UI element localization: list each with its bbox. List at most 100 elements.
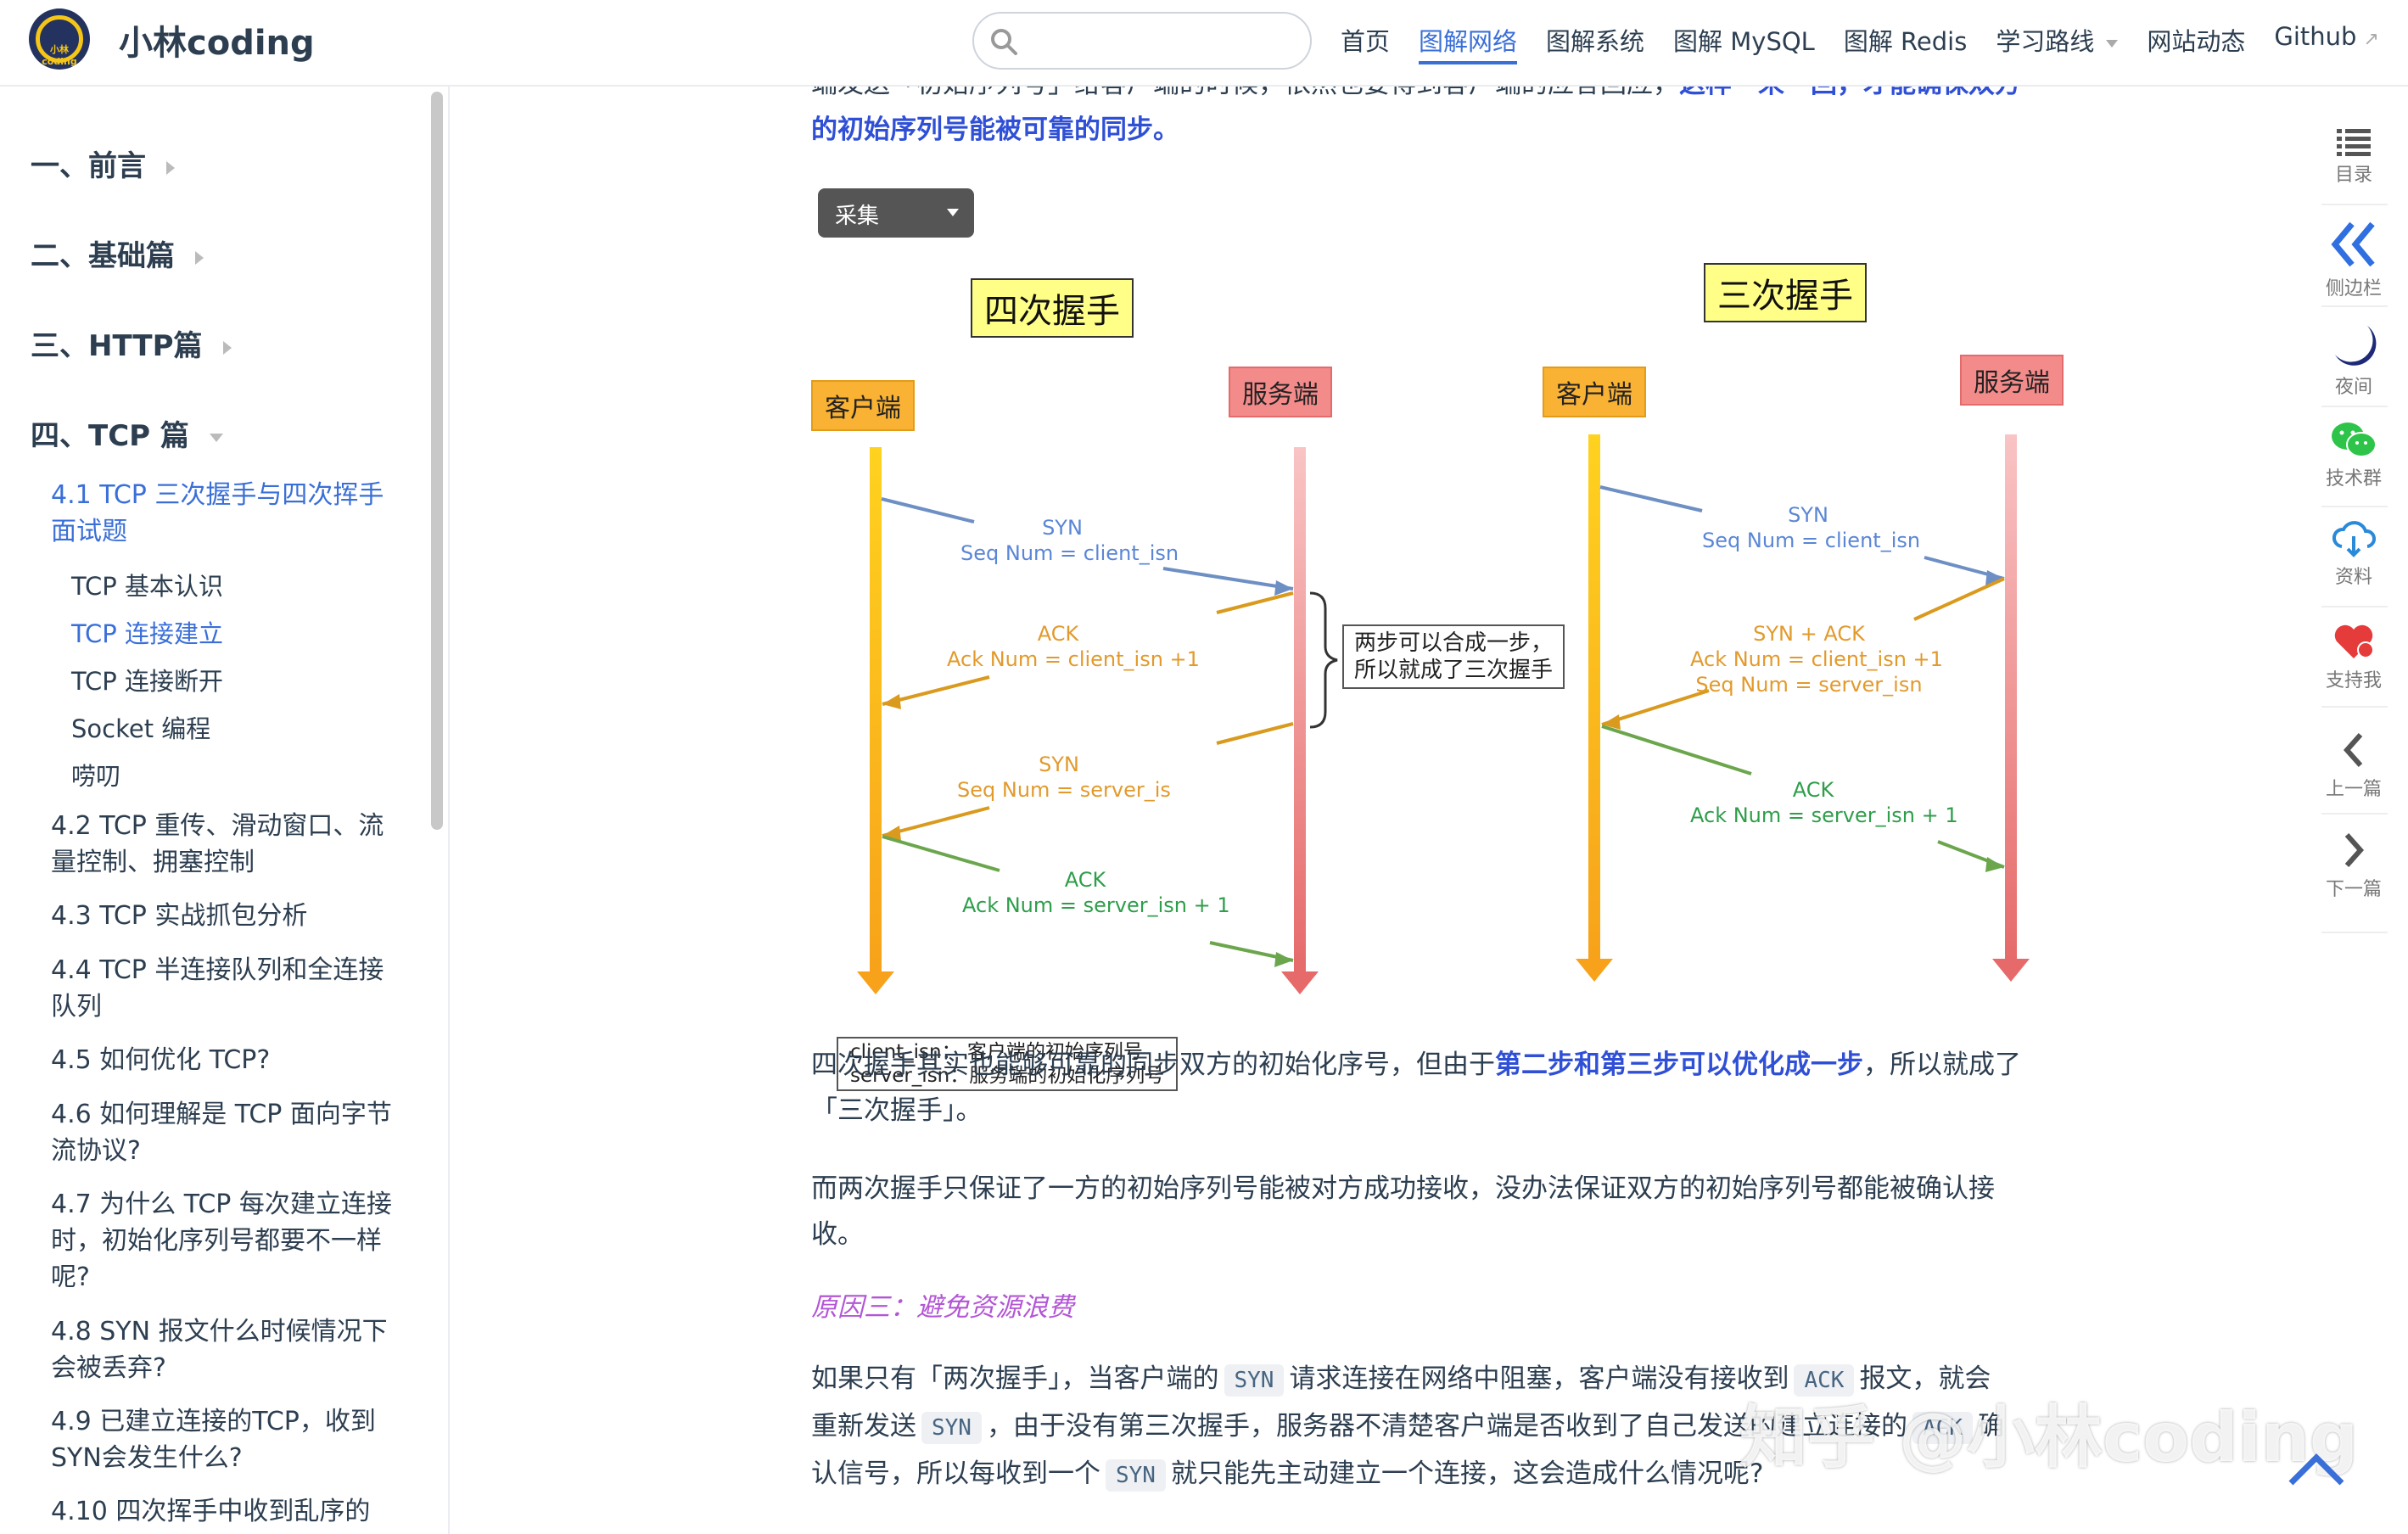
- external-link-icon: ↗: [2363, 29, 2379, 50]
- tool-label: 上一篇: [2325, 779, 2382, 800]
- sidebar-item[interactable]: 4.3 TCP 实战抓包分析: [51, 898, 399, 934]
- sidebar-child-close[interactable]: TCP 连接断开: [71, 662, 223, 697]
- msg-detail: Seq Num = client_isn: [960, 541, 1179, 565]
- divider: [2321, 204, 2388, 205]
- resources-button[interactable]: 资料: [2316, 521, 2391, 589]
- chevron-down-icon: [947, 209, 959, 216]
- nav-news[interactable]: 网站动态: [2147, 22, 2245, 64]
- sidebar-item[interactable]: 4.5 如何优化 TCP?: [51, 1042, 399, 1078]
- bold-text: 的初始序列号能被可靠的同步。: [811, 115, 1179, 145]
- sidebar-item[interactable]: 4.9 已建立连接的TCP，收到SYN会发生什么?: [51, 1403, 399, 1476]
- collect-label: 采集: [835, 204, 880, 229]
- nav-mysql[interactable]: 图解 MySQL: [1673, 22, 1815, 64]
- nav-roadmap-label: 学习路线: [1996, 27, 2095, 56]
- top-header: 小林coding 小林coding 首页 图解网络 图解系统 图解 MySQL …: [0, 0, 2408, 87]
- moon-icon: [2335, 326, 2377, 366]
- section-label: 四、TCP 篇: [31, 419, 189, 453]
- tool-label: 侧边栏: [2325, 278, 2382, 300]
- msg-detail: Ack Num = server_isn + 1: [962, 893, 1230, 917]
- msg-syn-1: SYN Seq Num = client_isn: [960, 515, 1179, 566]
- msg-ack-1: ACK Ack Num = client_isn +1: [947, 621, 1200, 672]
- sidebar-scrollbar[interactable]: [431, 92, 443, 830]
- sidebar-section-tcp[interactable]: 四、TCP 篇: [31, 412, 223, 454]
- nav-network[interactable]: 图解网络: [1419, 22, 1518, 64]
- text: 如果只有「两次握手」，当客户端的: [811, 1363, 1219, 1394]
- bold-text: 这样一来一回，才能确保双方: [1679, 87, 2021, 99]
- text: 认信号，所以每收到一个: [811, 1458, 1100, 1489]
- next-article-button[interactable]: 下一篇: [2316, 830, 2391, 901]
- msg-name: ACK: [1037, 622, 1079, 646]
- prev-article-button[interactable]: 上一篇: [2316, 730, 2391, 801]
- reason-heading: 原因三：避免资源浪费: [811, 1292, 1074, 1323]
- sidebar-toggle-button[interactable]: 侧边栏: [2316, 219, 2391, 300]
- msg-name: ACK: [1064, 868, 1106, 892]
- main-content: 端发送「初始序列号」给客户端的时候，依然也要得到客户端的应答回应，这样一来一回，…: [451, 87, 2318, 1534]
- section-label: 三、HTTP篇: [31, 329, 203, 363]
- chevron-right-icon: [166, 160, 175, 175]
- sidebar-child-socket[interactable]: Socket 编程: [71, 709, 210, 745]
- inline-code: SYN: [1106, 1459, 1166, 1492]
- search-icon: [991, 29, 1017, 55]
- nav-home[interactable]: 首页: [1341, 22, 1390, 64]
- sidebar-item-current[interactable]: 4.1 TCP 三次握手与四次挥手面试题: [51, 477, 399, 550]
- nav-github-label: Github: [2274, 22, 2357, 51]
- sidebar-item[interactable]: 4.6 如何理解是 TCP 面向字节流协议?: [51, 1096, 399, 1169]
- sidebar-child-establish[interactable]: TCP 连接建立: [71, 614, 223, 650]
- msg-name: SYN: [1042, 516, 1083, 540]
- sidebar-item[interactable]: 4.10 四次挥手中收到乱序的: [51, 1493, 399, 1530]
- night-mode-button[interactable]: 夜间: [2316, 321, 2391, 399]
- paragraph-1: 四次握手其实也能够可靠的同步双方的初始化序号，但由于第二步和第三步可以优化成一步…: [811, 1042, 2084, 1134]
- note-line: 所以就成了三次握手: [1354, 658, 1554, 683]
- nav-roadmap[interactable]: 学习路线: [1996, 22, 2119, 64]
- back-to-top-icon[interactable]: [2288, 1453, 2345, 1486]
- divider: [2321, 606, 2388, 607]
- toc-button[interactable]: 目录: [2316, 127, 2391, 187]
- msg-synack-three: SYN + ACK Ack Num = client_isn +1 Seq Num …: [1690, 621, 1943, 697]
- tech-group-button[interactable]: 技术群: [2316, 421, 2391, 490]
- sidebar-section-basics[interactable]: 二、基础篇: [31, 232, 204, 274]
- tool-label: 下一篇: [2325, 879, 2382, 900]
- msg-name: SYN: [1039, 753, 1079, 776]
- search-input[interactable]: [972, 12, 1312, 70]
- sidebar-item[interactable]: 4.8 SYN 报文什么时候情况下会被丢弃?: [51, 1313, 399, 1386]
- divider: [2321, 506, 2388, 507]
- msg-name: ACK: [1792, 778, 1834, 802]
- collect-button[interactable]: 采集: [818, 188, 974, 238]
- sidebar-item[interactable]: 4.2 TCP 重传、滑动窗口、流量控制、拥塞控制: [51, 808, 399, 881]
- site-title[interactable]: 小林coding: [119, 15, 315, 64]
- divider: [2321, 932, 2388, 933]
- divider: [2321, 305, 2388, 307]
- nav-redis[interactable]: 图解 Redis: [1844, 22, 1967, 64]
- logo-text: 小林coding: [42, 44, 77, 67]
- handshake-diagram: 四次握手 三次握手 客户端 服务端 客户端 服务端 SYN Seq Num = …: [811, 171, 2101, 1096]
- double-chevron-left-icon: [2331, 221, 2375, 267]
- section-label: 二、基础篇: [31, 239, 175, 273]
- sidebar-child-basics[interactable]: TCP 基本认识: [71, 567, 223, 602]
- nav-system[interactable]: 图解系统: [1546, 22, 1644, 64]
- sidebar-section-http[interactable]: 三、HTTP篇: [31, 322, 232, 364]
- site-logo[interactable]: 小林coding: [29, 8, 90, 70]
- divider: [2321, 706, 2388, 708]
- msg-name: SYN + ACK: [1753, 622, 1865, 646]
- text: 而两次握手只保证了一方的初始序列号能被对方成功接收，没办法保证双方的初始序列号都…: [811, 1173, 1995, 1204]
- divider: [2321, 406, 2388, 407]
- msg-syn-three: SYN Seq Num = client_isn: [1702, 502, 1920, 553]
- tool-label: 目录: [2334, 165, 2372, 186]
- support-button[interactable]: 支持我: [2316, 621, 2391, 692]
- sidebar-item[interactable]: 4.7 为什么 TCP 每次建立连接时，初始化序列号都要不一样呢?: [51, 1186, 399, 1296]
- paragraph-2: 而两次握手只保证了一方的初始序列号能被对方成功接收，没办法保证双方的初始序列号都…: [811, 1166, 2084, 1257]
- text: ，所以就成了: [1863, 1050, 2021, 1080]
- msg-ack-2: ACK Ack Num = server_isn + 1: [962, 867, 1230, 918]
- cloud-download-icon: [2332, 521, 2376, 557]
- nav-github[interactable]: Github ↗: [2274, 22, 2379, 64]
- sidebar-child-notes[interactable]: 唠叨: [71, 757, 120, 792]
- heart-icon: [2334, 624, 2374, 658]
- paragraph-top: 端发送「初始序列号」给客户端的时候，依然也要得到客户端的应答回应，这样一来一回，…: [811, 87, 2084, 107]
- tool-label: 资料: [2334, 567, 2372, 588]
- inline-code: SYN: [921, 1412, 982, 1444]
- text: 重新发送: [811, 1411, 916, 1442]
- sidebar: 一、前言 二、基础篇 三、HTTP篇 四、TCP 篇 4.1 TCP 三次握手与…: [0, 87, 450, 1534]
- sidebar-section-preface[interactable]: 一、前言: [31, 143, 175, 184]
- inline-code: SYN: [1224, 1364, 1285, 1397]
- sidebar-item[interactable]: 4.4 TCP 半连接队列和全连接队列: [51, 952, 399, 1025]
